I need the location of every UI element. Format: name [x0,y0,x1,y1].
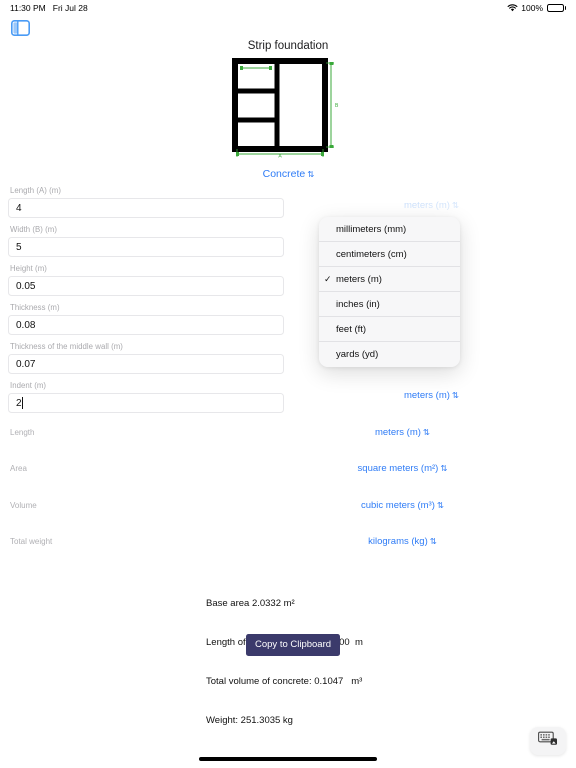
status-date: Fri Jul 28 [52,3,88,13]
menu-item-feet[interactable]: feet (ft) [319,317,460,342]
length-a-input[interactable]: 4 [8,198,284,218]
menu-item-label: yards (yd) [336,349,379,360]
status-bar: 11:30 PM Fri Jul 28 100% [0,0,576,16]
text-caret [21,397,23,409]
keyboard-dismiss-icon [538,731,558,751]
result-label-total-weight: Total weight [10,537,53,546]
unit-selector-label: kilograms (kg) [368,536,428,547]
middle-wall-thickness-input[interactable]: 0.07 [8,354,284,374]
strip-foundation-diagram: A B [232,58,344,158]
field-value: 5 [16,241,22,253]
status-bar-left: 11:30 PM Fri Jul 28 [10,3,88,13]
unit-selector-top[interactable]: meters (m) ⇅ [403,200,459,211]
menu-item-meters[interactable]: ✓ meters (m) [319,267,460,292]
checkmark-icon: ✓ [324,273,332,284]
dimension-label-b: B [335,103,339,109]
input-form: Length (A) (m) 4 Width (B) (m) 5 Height … [0,186,292,420]
chevron-updown-icon: ⇅ [440,463,447,473]
material-picker-label: Concrete [262,168,306,180]
status-time: 11:30 PM [10,3,46,13]
copy-to-clipboard-button[interactable]: Copy to Clipboard [246,634,341,656]
result-weight: Weight: 251.3035 kg [206,715,293,726]
width-b-input[interactable]: 5 [8,237,284,257]
menu-item-label: feet (ft) [336,323,367,335]
unit-selector-label: square meters (m²) [357,463,439,474]
chevron-updown-icon: ⇅ [422,427,430,437]
chevron-updown-icon: ⇅ [429,536,437,546]
status-bar-right: 100% [507,3,566,13]
field-value: 4 [16,202,22,214]
field-label: Thickness of the middle wall (m) [10,342,123,351]
page-title: Strip foundation [247,40,329,52]
field-value: 0.07 [16,358,36,370]
field-label: Indent (m) [10,381,47,390]
menu-item-yards[interactable]: yards (yd) [319,342,460,367]
field-middle-wall-thickness: Thickness of the middle wall (m) 0.07 [0,342,292,374]
unit-selector-label: meters (m) [403,200,450,211]
unit-selector-length[interactable]: meters (m) ⇅ [374,427,430,438]
chevron-updown-icon: ⇅ [436,500,444,510]
result-label-volume: Volume [10,501,37,510]
battery-percent: 100% [521,3,544,13]
field-label: Width (B) (m) [10,225,57,234]
field-label: Thickness (m) [10,303,60,312]
field-value: 0.05 [16,280,36,292]
unit-dropdown-menu[interactable]: millimeters (mm) centimeters (cm) ✓ mete… [319,217,460,367]
unit-selector-volume[interactable]: cubic meters (m³) ⇅ [360,500,444,511]
menu-item-centimeters[interactable]: centimeters (cm) [319,242,460,267]
field-label: Length (A) (m) [10,186,61,195]
unit-selector-label: meters (m) [374,427,421,438]
material-picker[interactable]: Concrete ⇅ [0,168,576,180]
result-total-volume: Total volume of concrete: 0.1047 m³ [206,676,363,687]
wifi-icon [507,4,518,12]
menu-item-millimeters[interactable]: millimeters (mm) [319,217,460,242]
thickness-input[interactable]: 0.08 [8,315,284,335]
unit-selector-area[interactable]: square meters (m²) ⇅ [357,463,448,474]
field-label: Height (m) [10,264,47,273]
field-height: Height (m) 0.05 [0,264,292,296]
field-length-a: Length (A) (m) 4 [0,186,292,218]
chevron-updown-icon: ⇅ [307,169,314,179]
indent-input[interactable]: 2 [8,393,284,413]
menu-item-label: meters (m) [336,273,382,285]
unit-selector-label: meters (m) [403,390,450,401]
field-indent: Indent (m) 2 [0,381,292,413]
chevron-updown-icon: ⇅ [451,390,459,400]
menu-item-label: centimeters (cm) [336,248,407,260]
keyboard-dismiss-button[interactable] [530,727,566,755]
unit-selector-label: cubic meters (m³) [360,500,435,511]
unit-selector-total-weight[interactable]: kilograms (kg) ⇅ [368,536,437,547]
field-thickness: Thickness (m) 0.08 [0,303,292,335]
result-label-area: Area [10,464,27,473]
result-base-area: Base area 2.0332 m² [206,598,295,609]
sidebar-toggle-icon[interactable] [11,20,30,36]
field-value: 0.08 [16,319,36,331]
home-indicator [199,757,377,761]
height-input[interactable]: 0.05 [8,276,284,296]
menu-item-label: millimeters (mm) [336,223,407,235]
unit-selector-indent[interactable]: meters (m) ⇅ [403,390,459,401]
menu-item-label: inches (in) [336,298,380,310]
menu-item-inches[interactable]: inches (in) [319,292,460,317]
field-width-b: Width (B) (m) 5 [0,225,292,257]
chevron-updown-icon: ⇅ [451,200,459,210]
result-label-length: Length [10,428,35,437]
battery-full-icon [547,4,566,12]
